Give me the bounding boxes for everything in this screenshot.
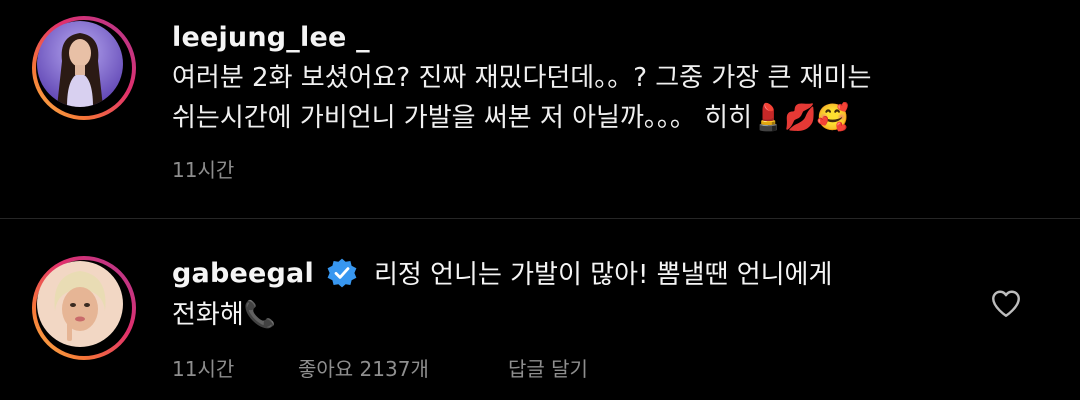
caption-text-line-2: 쉬는시간에 가비언니 가발을 써본 저 아닐까。。。 히히💄💋🥰 [172,103,850,133]
avatar-gabeegal[interactable] [37,261,123,347]
reply-text-line-2: 전화해📞 [172,300,277,330]
caption-timestamp: 11시간 [172,158,235,182]
caption-text: 여러분 2화 보셨어요? 진짜 재밌다던데。。? 그중 가장 큰 재미는 쉬는시… [172,58,992,138]
caption-username[interactable]: leejung_lee _ [172,22,370,53]
avatar-photo [37,21,123,107]
reply-username-text[interactable]: gabeegal [172,258,314,289]
caption-comment: leejung_lee _ 여러분 2화 보셨어요? 진짜 재밌다던데。。? 그… [0,0,1080,218]
heart-icon[interactable] [988,285,1024,321]
reply-username[interactable]: gabeegal [172,257,358,289]
reply-timestamp: 11시간 [172,357,235,381]
reply-comment: gabeegal 리정 언니는 가발이 많아! 뽐낼땐 언니에게 전화해📞 11… [0,219,1080,400]
avatar-leejung[interactable] [37,21,123,107]
story-ring[interactable] [32,16,136,120]
likes-count[interactable]: 좋아요 2137개 [298,353,429,382]
avatar-photo [37,261,123,347]
reply-text-line-1: 리정 언니는 가발이 많아! 뽐낼땐 언니에게 [374,260,833,290]
reply-button[interactable]: 답글 달기 [508,353,588,382]
caption-text-line-1: 여러분 2화 보셨어요? 진짜 재밌다던데。。? 그중 가장 큰 재미는 [172,63,872,93]
story-ring[interactable] [32,256,136,360]
verified-badge-icon [326,257,358,289]
